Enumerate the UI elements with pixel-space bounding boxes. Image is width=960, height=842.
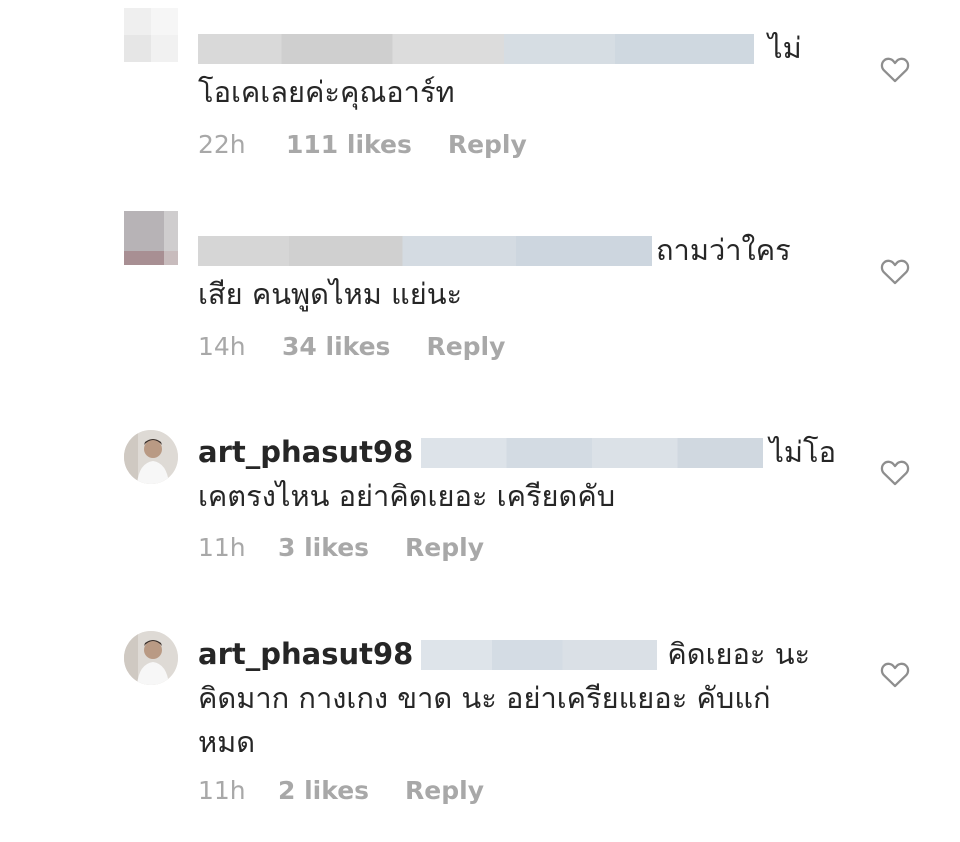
- comment-text: โอเคเลยค่ะคุณอาร์ท: [198, 75, 455, 109]
- comment-text: ไม่: [768, 31, 802, 65]
- timestamp: 22h: [198, 130, 246, 159]
- like-count[interactable]: 111 likes: [286, 130, 412, 159]
- timestamp: 11h: [198, 776, 246, 805]
- comment-text-line: art_phasut98 ไม่โอ: [198, 430, 836, 474]
- blurred-text: [198, 34, 754, 64]
- reply-button[interactable]: Reply: [405, 776, 484, 805]
- username[interactable]: art_phasut98: [198, 637, 413, 671]
- profile-photo-avatar: [124, 430, 178, 484]
- comment-text: หมด: [198, 725, 256, 759]
- comment-text-line: ถามว่าใคร: [198, 228, 828, 272]
- comment-text-line: ไม่: [198, 26, 828, 70]
- avatar[interactable]: [124, 8, 178, 62]
- like-count[interactable]: 3 likes: [278, 533, 369, 562]
- avatar[interactable]: [124, 430, 178, 484]
- blurred-text: [421, 438, 764, 468]
- comment-text-line: โอเคเลยค่ะคุณอาร์ท: [198, 70, 828, 114]
- comment-text: เคตรงไหน อย่าคิดเยอะ เครียดคับ: [198, 479, 616, 513]
- timestamp: 14h: [198, 332, 246, 361]
- timestamp: 11h: [198, 533, 246, 562]
- reply-button[interactable]: Reply: [426, 332, 505, 361]
- heart-outline-icon[interactable]: [878, 455, 912, 489]
- comment-text-line: เสีย คนพูดไหม แย่นะ: [198, 272, 828, 316]
- avatar[interactable]: [124, 631, 178, 685]
- pixelated-avatar-icon: [124, 211, 178, 265]
- like-count[interactable]: 2 likes: [278, 776, 369, 805]
- comment-text: ถามว่าใคร: [656, 233, 791, 267]
- reply-button[interactable]: Reply: [405, 533, 484, 562]
- comment-text-line: art_phasut98 คิดเยอะ นะ: [198, 632, 828, 676]
- comment-text: คิดเยอะ นะ: [667, 637, 811, 671]
- blurred-text: [198, 236, 652, 266]
- comment-text: ไม่โอ: [769, 435, 837, 469]
- avatar[interactable]: [124, 211, 178, 265]
- comment-text: คิดมาก กางเกง ขาด นะ อย่าเครียแยอะ คับแก…: [198, 681, 771, 715]
- comment-text: เสีย คนพูดไหม แย่นะ: [198, 277, 463, 311]
- blurred-text: [421, 640, 658, 670]
- profile-photo-avatar: [124, 631, 178, 685]
- username[interactable]: art_phasut98: [198, 435, 413, 469]
- heart-outline-icon[interactable]: [878, 657, 912, 691]
- comment-meta: 11h 3 likes Reply: [198, 533, 484, 562]
- comment-meta: 14h 34 likes Reply: [198, 332, 505, 361]
- comment-text-line: คิดมาก กางเกง ขาด นะ อย่าเครียแยอะ คับแก…: [198, 676, 828, 720]
- heart-outline-icon[interactable]: [878, 254, 912, 288]
- comment-meta: 22h 111 likes Reply: [198, 130, 527, 159]
- heart-outline-icon[interactable]: [878, 52, 912, 86]
- comment-text-line: หมด: [198, 720, 828, 764]
- comment-text-line: เคตรงไหน อย่าคิดเยอะ เครียดคับ: [198, 474, 828, 518]
- comment-meta: 11h 2 likes Reply: [198, 776, 484, 805]
- like-count[interactable]: 34 likes: [282, 332, 390, 361]
- pixelated-avatar-icon: [124, 8, 178, 62]
- reply-button[interactable]: Reply: [448, 130, 527, 159]
